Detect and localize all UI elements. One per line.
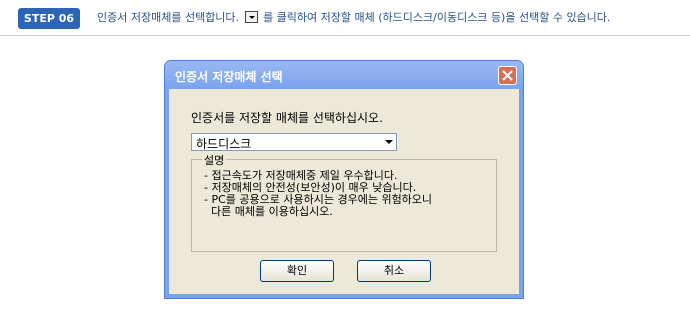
storage-select-dialog: 인증서 저장매체 선택 인증서를 저장할 매체를 선택하십시오. 하드디스크 설… xyxy=(165,61,523,298)
dialog-titlebar[interactable]: 인증서 저장매체 선택 xyxy=(165,61,523,89)
cancel-button[interactable]: 취소 xyxy=(357,260,431,282)
dialog-instruction: 인증서를 저장할 매체를 선택하십시오. xyxy=(191,111,383,125)
description-legend: 설명 xyxy=(202,152,227,168)
step-text-after: 를 클릭하여 저장할 매체 (하드디스크/이동디스크 등)을 선택할 수 있습니… xyxy=(263,11,611,24)
step-header: STEP 06 인증서 저장매체를 선택합니다. 를 클릭하여 저장할 매체 (… xyxy=(0,0,690,36)
step-instruction: 인증서 저장매체를 선택합니다. 를 클릭하여 저장할 매체 (하드디스크/이동… xyxy=(97,11,610,25)
description-text: - 접근속도가 저장매체중 제일 우수합니다. - 저장매체의 안전성(보안성)… xyxy=(204,170,494,218)
dropdown-arrow-icon xyxy=(244,11,258,23)
step-badge: STEP 06 xyxy=(18,8,80,29)
dialog-title: 인증서 저장매체 선택 xyxy=(175,70,283,84)
page: STEP 06 인증서 저장매체를 선택합니다. 를 클릭하여 저장할 매체 (… xyxy=(0,0,690,327)
chevron-down-icon[interactable] xyxy=(380,134,396,150)
description-line: 다른 매체를 이용하십시오. xyxy=(204,205,333,218)
step-text-before: 인증서 저장매체를 선택합니다. xyxy=(97,11,240,24)
dialog-body: 인증서를 저장할 매체를 선택하십시오. 하드디스크 설명 - 접근속도가 저장… xyxy=(169,89,519,294)
description-group: 설명 - 접근속도가 저장매체중 제일 우수합니다. - 저장매체의 안전성(보… xyxy=(191,152,497,252)
storage-media-select[interactable]: 하드디스크 xyxy=(191,133,397,151)
close-icon xyxy=(502,70,513,81)
close-button[interactable] xyxy=(498,66,517,85)
select-value: 하드디스크 xyxy=(196,137,252,151)
ok-button[interactable]: 확인 xyxy=(260,260,334,282)
